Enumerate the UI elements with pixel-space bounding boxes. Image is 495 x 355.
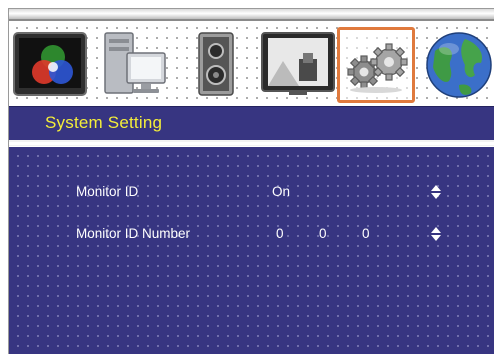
pc-computer-icon bbox=[104, 32, 166, 94]
menu-icon-strip bbox=[9, 21, 494, 106]
setting-value-monitor-id[interactable]: On bbox=[272, 184, 290, 199]
setting-row-monitor-id-number[interactable]: Monitor ID Number 0 0 0 bbox=[9, 222, 494, 246]
system-setting-menu-button[interactable] bbox=[337, 27, 415, 103]
divider-line bbox=[9, 140, 494, 142]
page-title: System Setting bbox=[45, 113, 163, 132]
up-down-arrow-icon[interactable] bbox=[430, 184, 442, 200]
divider-line bbox=[9, 145, 494, 146]
title-bar: System Setting bbox=[9, 106, 494, 141]
settings-panel: Monitor ID On Monitor ID Number 0 0 0 bbox=[9, 147, 494, 354]
id-digit-tens[interactable]: 0 bbox=[319, 226, 327, 241]
speaker-icon bbox=[198, 32, 234, 96]
pc-menu-button[interactable] bbox=[93, 27, 171, 103]
osd-menu: System Setting Monitor ID On Monitor ID … bbox=[8, 8, 494, 354]
setting-label-monitor-id: Monitor ID bbox=[76, 184, 139, 199]
up-down-arrow-icon[interactable] bbox=[430, 226, 442, 242]
globe-icon bbox=[426, 32, 492, 98]
color-wheel-icon bbox=[13, 32, 87, 96]
tv-menu-button[interactable] bbox=[259, 27, 337, 103]
top-chrome-bar bbox=[9, 9, 494, 21]
setting-row-monitor-id[interactable]: Monitor ID On bbox=[9, 180, 494, 204]
id-digit-ones[interactable]: 0 bbox=[362, 226, 370, 241]
tv-display-icon bbox=[261, 32, 335, 95]
gears-icon bbox=[347, 43, 408, 93]
setting-label-monitor-id-number: Monitor ID Number bbox=[76, 226, 191, 241]
language-menu-button[interactable] bbox=[419, 27, 494, 103]
audio-menu-button[interactable] bbox=[175, 27, 253, 103]
id-digit-hundreds[interactable]: 0 bbox=[276, 226, 284, 241]
picture-menu-button[interactable] bbox=[11, 27, 89, 103]
